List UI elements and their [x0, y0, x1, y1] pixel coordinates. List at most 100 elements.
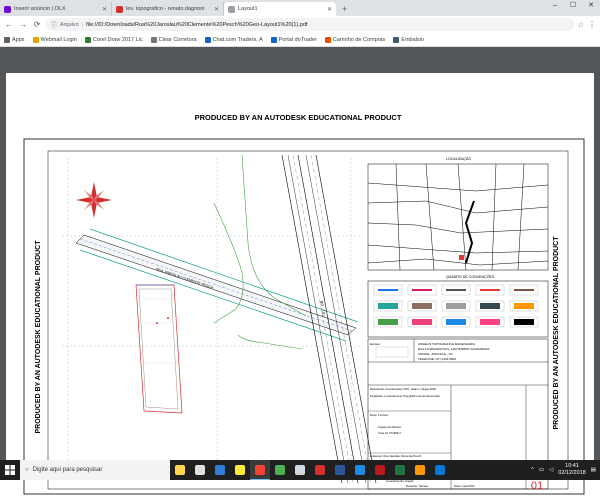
clear-icon [150, 36, 157, 43]
bookmarks-bar: Apps Webmail Login Corel Draw 2017 Lic C… [0, 33, 600, 47]
browser-toolbar: ← → ⟳ ⓘ Arquivo | file:///D:/Downloads/R… [0, 16, 600, 33]
conventions-title: QUADRO DE CONVENÇÕES [446, 274, 495, 279]
convention-swatch [480, 289, 500, 291]
convention-swatch [446, 289, 466, 291]
company-line: ANGELIN TOPOGRAFIA E ENGENHARIA [418, 342, 475, 346]
divider: | [81, 21, 84, 28]
bookmark-cart[interactable]: Carrinho de Compras [324, 36, 385, 43]
company-line: CIDADE: JOINVILLE - SC [418, 352, 454, 356]
taskbar-app-button[interactable] [170, 460, 190, 480]
app-icon [435, 465, 445, 475]
technical-line: Referência: Coordenadas UTM - Datum: Sir… [370, 387, 436, 391]
escopo-label: Escopo [370, 342, 380, 346]
convention-swatch [412, 289, 432, 291]
clock[interactable]: 10:41 02/12/2018 [558, 463, 586, 477]
taskbar-app-button[interactable] [330, 460, 350, 480]
taskbar-app-button[interactable] [230, 460, 250, 480]
convention-swatch [480, 303, 500, 309]
maximize-button[interactable]: ☐ [564, 0, 582, 12]
close-tab-icon[interactable]: ✕ [214, 6, 219, 13]
technical-line: Resp. Técnico: [370, 413, 389, 417]
bookmark-label: Clear Corretora [158, 36, 197, 43]
volume-icon[interactable]: ◁ [549, 467, 553, 473]
chat-icon [204, 36, 211, 43]
right-side-text: PRODUCED BY AN AUTODESK EDUCATIONAL PROD… [553, 236, 560, 430]
info-icon[interactable]: ⓘ [51, 20, 57, 29]
taskbar-app-button[interactable] [350, 460, 370, 480]
bookmark-webmail[interactable]: Webmail Login [32, 36, 77, 43]
document-favicon-icon [228, 5, 235, 13]
menu-icon[interactable]: ⋮ [588, 20, 596, 29]
close-tab-icon[interactable]: ✕ [327, 6, 332, 13]
gmail-favicon-icon [116, 5, 123, 13]
app-icon [215, 465, 225, 475]
bookmark-portal-trader[interactable]: Portal doTrader [270, 36, 317, 43]
tab-title: Layout1 [238, 6, 258, 12]
start-button[interactable] [0, 460, 20, 480]
bookmark-coreldraw[interactable]: Corel Draw 2017 Lic [84, 36, 143, 43]
bookmark-clear[interactable]: Clear Corretora [150, 36, 197, 43]
bookmark-star-icon[interactable]: ☆ [578, 21, 584, 29]
url-text: file:///D:/Downloads/Rua%20Jaroslau%20Cl… [86, 21, 308, 28]
app-icon [375, 465, 385, 475]
address-bar[interactable]: ⓘ Arquivo | file:///D:/Downloads/Rua%20J… [46, 18, 574, 31]
back-button[interactable]: ← [4, 20, 14, 29]
taskbar-app-button[interactable] [370, 460, 390, 480]
new-tab-button[interactable]: + [336, 2, 353, 16]
taskbar-app-button[interactable] [290, 460, 310, 480]
taskbar-app-button[interactable] [430, 460, 450, 480]
app-icon [295, 465, 305, 475]
bookmark-label: Embalsio [401, 36, 424, 43]
tab-layout1[interactable]: Layout1 ✕ [224, 2, 336, 16]
tab-olx[interactable]: Inserir anúncio | OLX ✕ [0, 2, 112, 16]
bookmark-label: Chat.com Traders, A [212, 36, 263, 43]
taskbar-app-button[interactable] [250, 460, 270, 480]
taskbar-search[interactable]: ○ Digite aqui para pesquisar [20, 460, 170, 480]
chevron-up-icon[interactable]: ^ [531, 467, 534, 473]
taskbar-app-button[interactable] [270, 460, 290, 480]
app-icon [235, 465, 245, 475]
bookmark-apps[interactable]: Apps [4, 36, 25, 43]
scheme-chip: Arquivo [60, 21, 79, 28]
portal-icon [270, 36, 277, 43]
app-icon [415, 465, 425, 475]
convention-swatch [514, 289, 534, 291]
olx-favicon-icon [4, 5, 11, 13]
cart-icon [324, 36, 331, 43]
close-window-button[interactable]: ✕ [582, 0, 600, 12]
app-icon [335, 465, 345, 475]
apps-grid-icon [4, 36, 10, 43]
taskbar-app-button[interactable] [190, 460, 210, 480]
app-icon [275, 465, 285, 475]
technical-line: Endereço: Rua Jaroslau Clemente Pesch [370, 454, 422, 458]
network-icon[interactable]: ▭ [539, 467, 544, 473]
close-tab-icon[interactable]: ✕ [102, 6, 107, 13]
search-icon: ○ [25, 467, 29, 473]
taskbar-apps [170, 460, 450, 480]
minimize-button[interactable]: – [546, 0, 564, 12]
pdf-viewer[interactable]: PRODUCED BY AN AUTODESK EDUCATIONAL PROD… [0, 47, 600, 503]
taskbar-app-button[interactable] [410, 460, 430, 480]
forward-button[interactable]: → [18, 20, 28, 29]
windows-taskbar: ○ Digite aqui para pesquisar ^ ▭ ◁ 10:41… [0, 460, 600, 480]
embalsio-icon [393, 36, 400, 43]
convention-swatch [514, 319, 534, 325]
company-line: RUA FLORIANOPOLIS, 1457 BAIRRO GUANABARA [418, 347, 490, 351]
taskbar-app-button[interactable] [310, 460, 330, 480]
convention-swatch [412, 303, 432, 309]
taskbar-app-button[interactable] [210, 460, 230, 480]
app-icon [395, 465, 405, 475]
bookmark-embalsio[interactable]: Embalsio [393, 36, 424, 43]
bookmark-label: Corel Draw 2017 Lic [92, 36, 143, 43]
left-side-text: PRODUCED BY AN AUTODESK EDUCATIONAL PROD… [35, 240, 42, 434]
reload-button[interactable]: ⟳ [32, 20, 42, 29]
system-tray: ^ ▭ ◁ 10:41 02/12/2018 ▤ [531, 463, 600, 477]
bookmark-chat-traders[interactable]: Chat.com Traders, A [204, 36, 263, 43]
tab-gmail[interactable]: lev. topografico - renato.dagnoni ✕ [112, 2, 224, 16]
convention-swatch [378, 319, 398, 325]
header-text: PRODUCED BY AN AUTODESK EDUCATIONAL PROD… [195, 113, 402, 122]
conventions-table: QUADRO DE CONVENÇÕES [367, 274, 549, 338]
taskbar-app-button[interactable] [390, 460, 410, 480]
convention-swatch [412, 319, 432, 325]
notifications-icon[interactable]: ▤ [591, 467, 596, 473]
